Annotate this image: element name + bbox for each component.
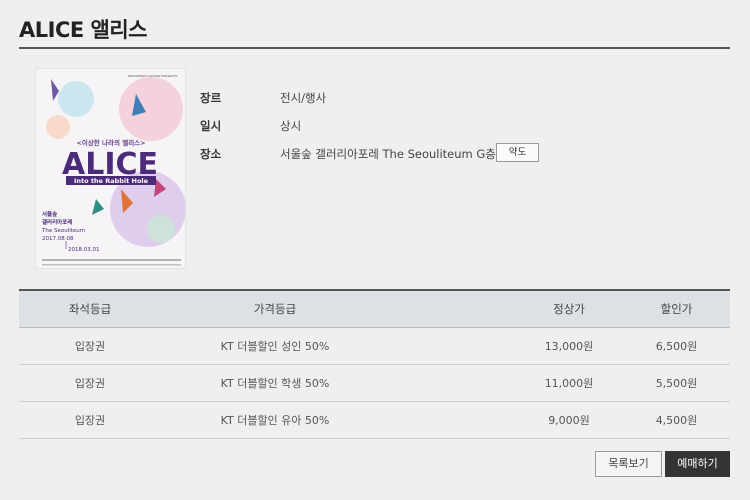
- genre-label: 장르: [200, 91, 222, 105]
- poster-venue-ko-2: 갤러리아포레: [42, 218, 72, 226]
- header-discount-price: 할인가: [660, 302, 693, 316]
- event-poster: DREAMMART CENTER PRESENTS <이상한 나라의 앨리스> …: [35, 68, 186, 269]
- table-row: 입장권 KT 더블할인 학생 50% 11,000원 5,500원: [19, 365, 730, 402]
- poster-venue-ko-1: 서울숲: [42, 210, 57, 218]
- poster-small-top: DREAMMART CENTER PRESENTS: [128, 74, 177, 78]
- title-divider: [19, 47, 730, 49]
- poster-date-start: 2017.08.08: [42, 236, 74, 242]
- poster-date-end: 2018.03.01: [68, 247, 100, 253]
- seat-grade-cell: 입장권: [74, 414, 106, 427]
- poster-circle-peach: [46, 115, 70, 139]
- genre-value: 전시/행사: [280, 91, 327, 105]
- poster-circle-blue: [58, 81, 94, 117]
- table-header: 좌석등급 가격등급 정상가 할인가: [19, 291, 730, 328]
- venue-value: 서울숲 갤러리아포레 The Seouliteum G층 (B2): [280, 147, 524, 161]
- page-title: ALICE 앨리스: [19, 18, 147, 42]
- poster-art: DREAMMART CENTER PRESENTS <이상한 나라의 앨리스> …: [41, 74, 185, 266]
- poster-figure-1: [51, 79, 59, 101]
- date-label: 일시: [200, 119, 222, 133]
- poster-subtitle: <이상한 나라의 앨리스>: [76, 138, 145, 147]
- discount-price-cell: 5,500원: [655, 377, 698, 390]
- price-grade-cell: KT 더블할인 유아 50%: [220, 414, 330, 427]
- seat-grade-cell: 입장권: [74, 340, 106, 353]
- price-grade-cell: KT 더블할인 성인 50%: [220, 340, 330, 353]
- price-grade-cell: KT 더블할인 학생 50%: [220, 377, 330, 390]
- poster-tagline: Into the Rabbit Hole: [74, 177, 149, 185]
- discount-price-cell: 4,500원: [655, 414, 698, 427]
- table-row: 입장권 KT 더블할인 성인 50% 13,000원 6,500원: [19, 328, 730, 365]
- poster-circle-pink: [119, 77, 183, 141]
- book-button[interactable]: 예매하기: [665, 451, 730, 477]
- date-value: 상시: [280, 119, 302, 133]
- header-seat-grade: 좌석등급: [68, 302, 112, 316]
- discount-price-cell: 6,500원: [655, 340, 698, 353]
- map-button[interactable]: 약도: [496, 143, 539, 162]
- list-view-button[interactable]: 목록보기: [595, 451, 662, 477]
- poster-footer-text: [42, 259, 181, 261]
- poster-footer-logos: [42, 264, 181, 266]
- price-table: 좌석등급 가격등급 정상가 할인가 입장권 KT 더블할인 성인 50% 13,…: [19, 289, 730, 439]
- poster-venue-en: The Seouliteum: [41, 228, 85, 234]
- poster-figure-4: [92, 199, 104, 215]
- table-row: 입장권 KT 더블할인 유아 50% 9,000원 4,500원: [19, 402, 730, 439]
- header-price-grade: 가격등급: [253, 302, 297, 316]
- venue-label: 장소: [200, 147, 222, 161]
- poster-circle-green: [147, 215, 175, 243]
- seat-grade-cell: 입장권: [74, 377, 106, 390]
